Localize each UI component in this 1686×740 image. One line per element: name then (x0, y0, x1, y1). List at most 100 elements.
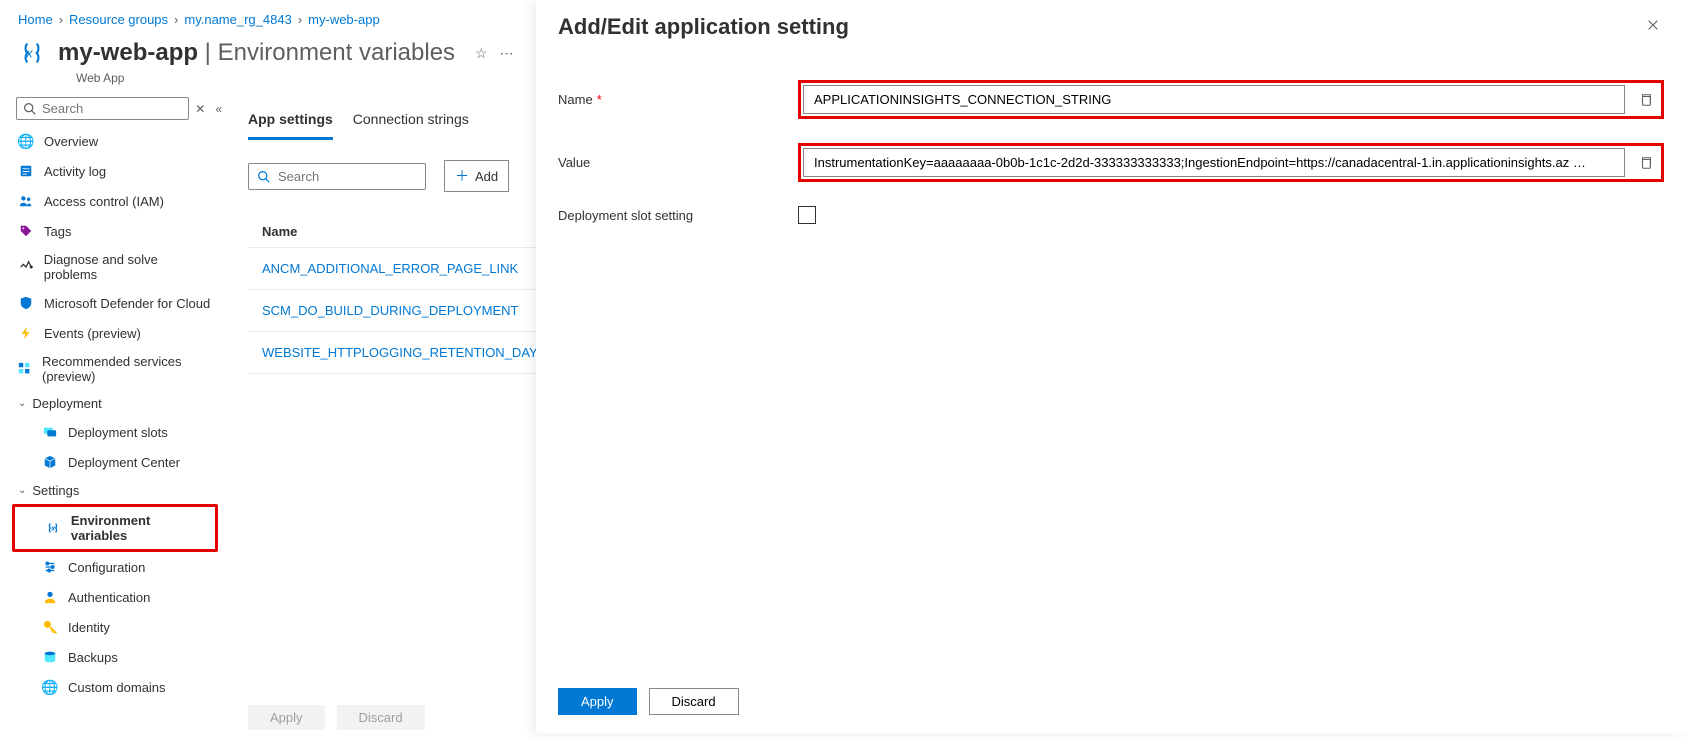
sidebar-item-label: Diagnose and solve problems (44, 252, 212, 282)
sidebar-item-label: Tags (44, 224, 71, 239)
search-icon (23, 102, 36, 115)
section-label: Deployment (32, 396, 101, 411)
panel-apply-button[interactable]: Apply (558, 688, 637, 715)
backup-icon (42, 649, 58, 665)
sidebar-item-label: Environment variables (71, 513, 209, 543)
sidebar-item-label: Identity (68, 620, 110, 635)
copy-name-button[interactable] (1633, 87, 1659, 113)
panel-title: Add/Edit application setting (558, 14, 849, 40)
close-icon[interactable] (1642, 14, 1664, 36)
globe-icon: 🌐 (18, 133, 34, 149)
grid-icon (18, 361, 32, 377)
breadcrumb-app[interactable]: my-web-app (308, 12, 380, 27)
panel-discard-button[interactable]: Discard (649, 688, 739, 715)
collapse-icon[interactable]: « (215, 102, 222, 116)
name-label: Name* (558, 92, 778, 107)
page-title: Environment variables (218, 39, 455, 66)
person-icon (42, 589, 58, 605)
sidebar: ✕ « 🌐 Overview Activity log Access contr… (0, 95, 228, 740)
svg-text:x: x (50, 526, 56, 533)
sidebar-item-configuration[interactable]: Configuration (12, 552, 218, 582)
breadcrumb-resource-groups[interactable]: Resource groups (69, 12, 168, 27)
settings-search-input[interactable] (278, 169, 417, 184)
sidebar-item-label: Overview (44, 134, 98, 149)
sidebar-item-custom-domains[interactable]: 🌐 Custom domains (12, 672, 218, 702)
shield-icon (18, 295, 34, 311)
environment-variables-icon: x (18, 39, 46, 67)
sidebar-item-activity-log[interactable]: Activity log (12, 156, 218, 186)
pin-icon[interactable]: ✕ (195, 102, 205, 116)
name-input[interactable] (803, 85, 1625, 114)
sidebar-item-label: Events (preview) (44, 326, 141, 341)
sidebar-section-deployment[interactable]: ⌄ Deployment (12, 390, 218, 417)
edit-panel: Add/Edit application setting Name* Value… (536, 0, 1686, 733)
sidebar-item-label: Deployment slots (68, 425, 168, 440)
sidebar-item-label: Recommended services (preview) (42, 354, 212, 384)
sidebar-item-recommended[interactable]: Recommended services (preview) (12, 348, 218, 390)
sidebar-search[interactable] (16, 97, 189, 120)
star-icon[interactable]: ☆ (475, 45, 488, 62)
page-title-sep: | (198, 39, 218, 66)
diagnose-icon (18, 259, 34, 275)
main-discard-button[interactable]: Discard (337, 705, 425, 730)
breadcrumb-rg[interactable]: my.name_rg_4843 (184, 12, 291, 27)
sidebar-item-deployment-center[interactable]: Deployment Center (12, 447, 218, 477)
sidebar-item-label: Microsoft Defender for Cloud (44, 296, 210, 311)
sidebar-item-events[interactable]: Events (preview) (12, 318, 218, 348)
sidebar-item-authentication[interactable]: Authentication (12, 582, 218, 612)
chevron-right-icon: › (174, 12, 178, 27)
section-label: Settings (32, 483, 79, 498)
sidebar-item-label: Deployment Center (68, 455, 180, 470)
sidebar-item-deployment-slots[interactable]: Deployment slots (12, 417, 218, 447)
lightning-icon (18, 325, 34, 341)
sidebar-section-settings[interactable]: ⌄ Settings (12, 477, 218, 504)
chevron-down-icon: ⌄ (18, 485, 26, 496)
value-label: Value (558, 155, 778, 170)
settings-search[interactable] (248, 163, 426, 190)
sidebar-item-backups[interactable]: Backups (12, 642, 218, 672)
search-icon (257, 170, 270, 183)
tag-icon (18, 223, 34, 239)
app-name: my-web-app (58, 39, 198, 66)
slots-icon (42, 424, 58, 440)
main-apply-button[interactable]: Apply (248, 705, 325, 730)
main-footer: Apply Discard (248, 705, 425, 730)
sidebar-item-overview[interactable]: 🌐 Overview (12, 126, 218, 156)
value-input[interactable] (803, 148, 1625, 177)
sidebar-item-defender[interactable]: Microsoft Defender for Cloud (12, 288, 218, 318)
sidebar-item-tags[interactable]: Tags (12, 216, 218, 246)
sidebar-item-environment-variables[interactable]: x Environment variables (12, 504, 218, 552)
plus-icon: ＋ (455, 166, 469, 186)
globe-icon: 🌐 (42, 679, 58, 695)
setting-link[interactable]: SCM_DO_BUILD_DURING_DEPLOYMENT (262, 303, 518, 318)
deployment-icon (42, 454, 58, 470)
slot-checkbox[interactable] (798, 206, 816, 224)
sidebar-item-label: Access control (IAM) (44, 194, 164, 209)
sidebar-item-label: Backups (68, 650, 118, 665)
chevron-down-icon: ⌄ (18, 398, 26, 409)
slot-label: Deployment slot setting (558, 208, 778, 223)
sidebar-item-diagnose[interactable]: Diagnose and solve problems (12, 246, 218, 288)
sidebar-item-label: Activity log (44, 164, 106, 179)
key-icon (42, 619, 58, 635)
breadcrumb-home[interactable]: Home (18, 12, 53, 27)
setting-link[interactable]: WEBSITE_HTTPLOGGING_RETENTION_DAYS (262, 345, 546, 360)
copy-value-button[interactable] (1633, 150, 1659, 176)
sidebar-item-label: Authentication (68, 590, 150, 605)
people-icon (18, 193, 34, 209)
tab-app-settings[interactable]: App settings (248, 103, 333, 140)
sidebar-nav[interactable]: 🌐 Overview Activity log Access control (… (12, 126, 222, 702)
sidebar-item-identity[interactable]: Identity (12, 612, 218, 642)
svg-text:x: x (25, 46, 33, 61)
variables-icon: x (45, 520, 61, 536)
sliders-icon (42, 559, 58, 575)
tab-connection-strings[interactable]: Connection strings (353, 103, 469, 140)
panel-footer: Apply Discard (558, 688, 739, 715)
sidebar-search-input[interactable] (42, 101, 182, 116)
log-icon (18, 163, 34, 179)
more-icon[interactable]: ⋯ (500, 45, 514, 62)
setting-link[interactable]: ANCM_ADDITIONAL_ERROR_PAGE_LINK (262, 261, 518, 276)
chevron-right-icon: › (298, 12, 302, 27)
sidebar-item-access-control[interactable]: Access control (IAM) (12, 186, 218, 216)
add-button[interactable]: ＋ Add (444, 160, 509, 192)
